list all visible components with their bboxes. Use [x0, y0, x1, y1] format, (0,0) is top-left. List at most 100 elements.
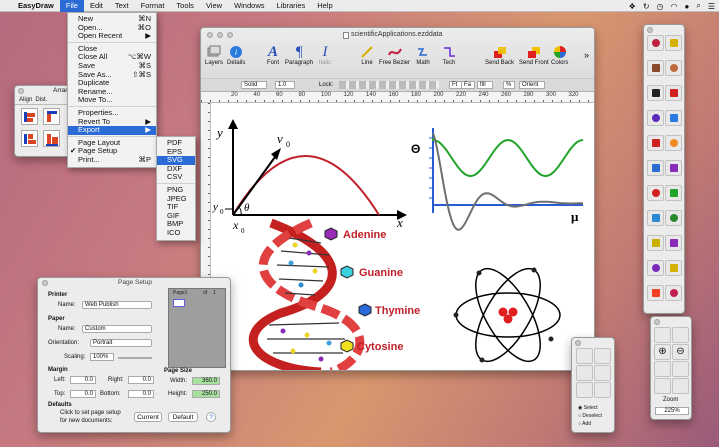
- zoom-button[interactable]: [227, 32, 233, 38]
- zoom-fit-button[interactable]: [654, 327, 671, 343]
- green-sine-curve[interactable]: [432, 138, 584, 178]
- rectangle-tool[interactable]: [647, 110, 664, 126]
- default-button[interactable]: Default: [168, 412, 198, 422]
- pen-tool[interactable]: [647, 60, 664, 76]
- hand-tool[interactable]: [665, 60, 682, 76]
- select-tool-3[interactable]: [576, 365, 593, 381]
- node-tool[interactable]: [665, 85, 682, 101]
- width-field[interactable]: 360.0: [192, 377, 220, 385]
- percent-field[interactable]: %: [503, 81, 515, 89]
- font-tool[interactable]: A Font: [265, 44, 281, 67]
- file-menu-item-move-to[interactable]: Move To...: [68, 96, 156, 105]
- zoom-actual-button[interactable]: [654, 378, 671, 394]
- paper-select[interactable]: Custom: [82, 325, 152, 333]
- file-menu-item-export[interactable]: Export ▶: [68, 125, 156, 135]
- menu-view[interactable]: View: [200, 0, 228, 12]
- line-style-select[interactable]: Solid: [241, 81, 267, 89]
- circle-tool[interactable]: [647, 135, 664, 151]
- zoom-field[interactable]: 225%: [655, 407, 689, 415]
- apple-menu[interactable]: [0, 0, 12, 12]
- brush-tool[interactable]: [665, 260, 682, 276]
- current-button[interactable]: Current: [134, 412, 162, 422]
- export-item-csv[interactable]: CSV: [157, 173, 195, 182]
- right-field[interactable]: 0.0: [128, 376, 154, 384]
- zoom-in-button[interactable]: ⊕: [654, 344, 671, 360]
- align-left-button[interactable]: [21, 108, 38, 125]
- align-bottom-button[interactable]: [21, 130, 38, 147]
- send-back-tool[interactable]: Send Back: [485, 44, 514, 66]
- menu-libraries[interactable]: Libraries: [271, 0, 312, 12]
- blob-tool[interactable]: [647, 260, 664, 276]
- star-tool[interactable]: [665, 185, 682, 201]
- close-button[interactable]: [647, 27, 653, 33]
- details-tool[interactable]: i Details: [227, 44, 245, 66]
- menu-tools[interactable]: Tools: [170, 0, 200, 12]
- select-tool-2[interactable]: [594, 348, 611, 364]
- help-button[interactable]: ?: [206, 412, 216, 422]
- wedge-tool[interactable]: [665, 160, 682, 176]
- menu-format[interactable]: Format: [135, 0, 171, 12]
- dna-helix[interactable]: Adenine Guanine Thymine Cytosine: [248, 218, 420, 371]
- select-tool-4[interactable]: [594, 365, 611, 381]
- font-family-field[interactable]: Fa: [461, 81, 475, 89]
- menu-edit[interactable]: Edit: [84, 0, 109, 12]
- lock-icons[interactable]: [339, 81, 439, 89]
- add-radio[interactable]: ○ Add: [578, 421, 591, 427]
- user-icon[interactable]: ●: [685, 2, 690, 11]
- spiral-tool[interactable]: [665, 210, 682, 226]
- close-button[interactable]: [18, 88, 24, 94]
- thymine-hexagon[interactable]: [358, 303, 372, 317]
- tab-distribute[interactable]: Dist.: [35, 97, 47, 103]
- search-icon[interactable]: ⌕: [696, 1, 700, 11]
- scaling-field[interactable]: 100%: [90, 353, 114, 361]
- export-item-ico[interactable]: ICO: [157, 228, 195, 238]
- atom-diagram[interactable]: [453, 259, 561, 371]
- rounded-rect-tool[interactable]: [665, 110, 682, 126]
- pointer-tool[interactable]: [647, 35, 664, 51]
- close-button[interactable]: [42, 280, 48, 286]
- select-tool-5[interactable]: [576, 382, 593, 398]
- cytosine-hexagon[interactable]: [340, 339, 354, 353]
- printer-select[interactable]: Web Publish: [82, 301, 152, 309]
- sync-icon[interactable]: ↻: [643, 2, 650, 11]
- math-tool[interactable]: Math: [415, 44, 431, 66]
- height-field[interactable]: 250.0: [192, 390, 220, 398]
- guanine-hexagon[interactable]: [340, 265, 354, 279]
- free-bezier-tool[interactable]: Free Bezier: [379, 44, 410, 66]
- text-tool-tool[interactable]: [647, 85, 664, 101]
- orient-select[interactable]: Orient: [519, 81, 545, 89]
- wifi-icon[interactable]: ◠: [671, 2, 678, 11]
- swirl-tool[interactable]: [665, 235, 682, 251]
- close-button[interactable]: [654, 319, 660, 325]
- adenine-hexagon[interactable]: [324, 227, 338, 241]
- app-menu[interactable]: EasyDraw: [12, 0, 60, 12]
- fill-field[interactable]: fill: [477, 81, 493, 89]
- close-button[interactable]: [207, 32, 213, 38]
- zoom-height-button[interactable]: [672, 361, 689, 377]
- dropbox-icon[interactable]: ❖: [629, 2, 636, 11]
- file-menu-item-open-recent[interactable]: Open Recent ▶: [68, 31, 156, 41]
- diamond-tool[interactable]: [665, 285, 682, 301]
- align-center-button[interactable]: [43, 130, 60, 147]
- curve-tool[interactable]: [647, 235, 664, 251]
- oscillation-graph[interactable]: Θ μ: [411, 128, 584, 231]
- arc-tool[interactable]: [647, 160, 664, 176]
- polygon-tool[interactable]: [665, 135, 682, 151]
- select-tool-1[interactable]: [576, 348, 593, 364]
- zoom-out-button[interactable]: ⊖: [672, 344, 689, 360]
- tech-tool[interactable]: Tech: [441, 44, 457, 66]
- bottom-field[interactable]: 0.0: [128, 390, 154, 398]
- scaling-slider[interactable]: [118, 357, 152, 359]
- zoom-page-button[interactable]: [672, 327, 689, 343]
- zoom-width-button[interactable]: [654, 361, 671, 377]
- time-machine-icon[interactable]: ◷: [657, 2, 664, 11]
- drawing-canvas[interactable]: y v 0 y 0 θ x x 0 Θ μ Adenine Guanine Th…: [211, 103, 595, 371]
- colors-tool[interactable]: Colors: [551, 44, 568, 66]
- line-width-field[interactable]: 1.0: [275, 81, 295, 89]
- menu-windows[interactable]: Windows: [228, 0, 270, 12]
- bezier-tool-tool[interactable]: [647, 210, 664, 226]
- pentagon-tool[interactable]: [647, 285, 664, 301]
- menu-file[interactable]: File: [59, 0, 84, 12]
- close-button[interactable]: [575, 340, 581, 346]
- text-select-tool[interactable]: [665, 35, 682, 51]
